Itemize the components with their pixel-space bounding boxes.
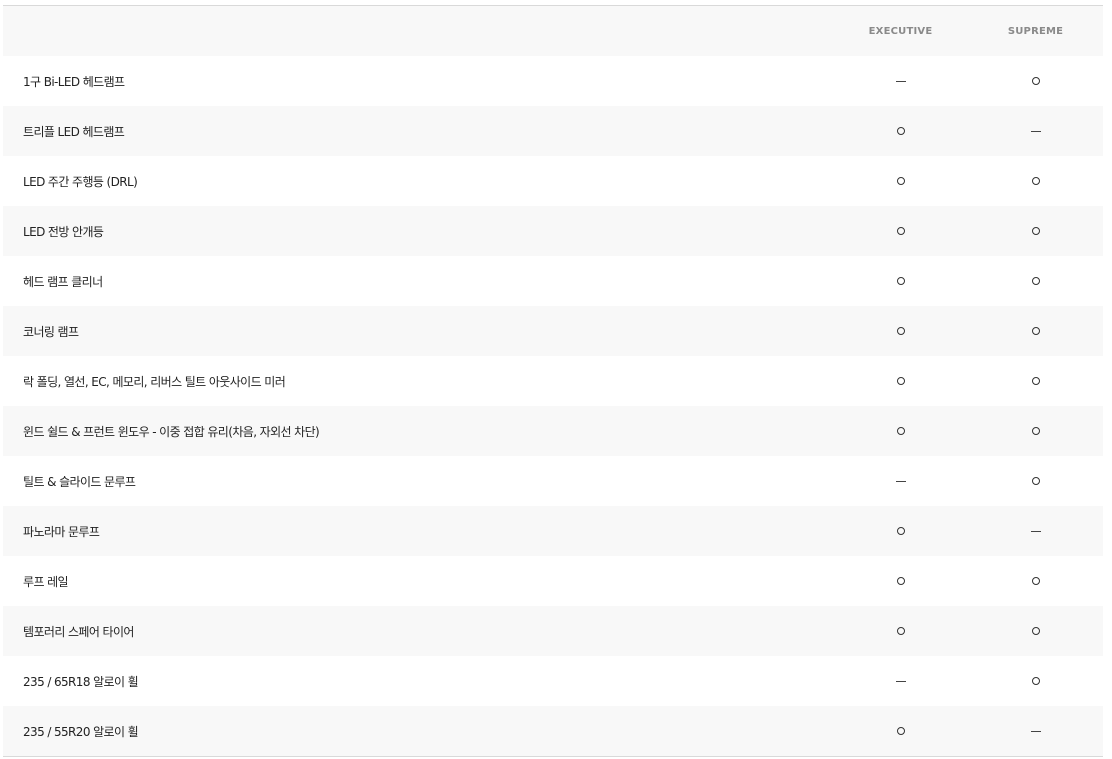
table-row: 틸트 & 슬라이드 문루프 — ○ (3, 456, 1103, 506)
feature-label: 235 / 65R18 알로이 휠 (23, 674, 139, 689)
table-row: 트리플 LED 헤드램프 ○ — (3, 106, 1103, 156)
feature-label: 템포러리 스페어 타이어 (23, 624, 134, 639)
available-circle-icon: ○ (896, 377, 905, 385)
available-circle-icon: ○ (896, 277, 905, 285)
availability-cell-supreme: ○ (968, 327, 1103, 335)
available-circle-icon: ○ (1031, 477, 1040, 485)
feature-label: 루프 레일 (23, 574, 69, 589)
available-circle-icon: ○ (896, 627, 905, 635)
column-header-supreme: SUPREME (968, 26, 1103, 37)
available-circle-icon: ○ (1031, 627, 1040, 635)
availability-cell-executive: — (833, 680, 968, 682)
table-row: 헤드 램프 클리너 ○ ○ (3, 256, 1103, 306)
feature-label: 헤드 램프 클리너 (23, 274, 103, 289)
availability-cell-supreme: — (968, 530, 1103, 532)
availability-cell-executive: ○ (833, 177, 968, 185)
availability-cell-executive: ○ (833, 427, 968, 435)
available-circle-icon: ○ (1031, 227, 1040, 235)
table-row: 235 / 65R18 알로이 휠 — ○ (3, 656, 1103, 706)
feature-label: 틸트 & 슬라이드 문루프 (23, 474, 136, 489)
table-row: 코너링 램프 ○ ○ (3, 306, 1103, 356)
availability-cell-supreme: ○ (968, 427, 1103, 435)
available-circle-icon: ○ (1031, 427, 1040, 435)
availability-cell-supreme: — (968, 730, 1103, 732)
feature-label: 트리플 LED 헤드램프 (23, 124, 125, 139)
table-header-row: EXECUTIVE SUPREME (3, 6, 1103, 56)
available-circle-icon: ○ (896, 577, 905, 585)
availability-cell-supreme: ○ (968, 677, 1103, 685)
not-available-dash-icon: — (895, 480, 906, 482)
available-circle-icon: ○ (1031, 377, 1040, 385)
not-available-dash-icon: — (1030, 530, 1041, 532)
available-circle-icon: ○ (1031, 577, 1040, 585)
availability-cell-executive: ○ (833, 527, 968, 535)
table-body: 1구 Bi-LED 헤드램프 — ○ 트리플 LED 헤드램프 ○ — LED 주간 주행등… (3, 56, 1103, 756)
availability-cell-executive: — (833, 480, 968, 482)
table-row: LED 주간 주행등 (DRL) ○ ○ (3, 156, 1103, 206)
availability-cell-executive: ○ (833, 327, 968, 335)
column-header-executive: EXECUTIVE (833, 26, 968, 37)
available-circle-icon: ○ (1031, 677, 1040, 685)
available-circle-icon: ○ (896, 327, 905, 335)
availability-cell-supreme: ○ (968, 377, 1103, 385)
availability-cell-supreme: ○ (968, 227, 1103, 235)
availability-cell-supreme: ○ (968, 627, 1103, 635)
availability-cell-supreme: ○ (968, 577, 1103, 585)
available-circle-icon: ○ (896, 427, 905, 435)
available-circle-icon: ○ (896, 727, 905, 735)
availability-cell-supreme: ○ (968, 477, 1103, 485)
available-circle-icon: ○ (1031, 277, 1040, 285)
table-row: 락 폴딩, 열선, EC, 메모리, 리버스 틸트 아웃사이드 미러 ○ ○ (3, 356, 1103, 406)
feature-label: 윈드 쉴드 & 프런트 윈도우 - 이중 접합 유리(차음, 자외선 차단) (23, 424, 320, 439)
feature-label: LED 전방 안개등 (23, 224, 104, 239)
availability-cell-executive: ○ (833, 127, 968, 135)
feature-label: LED 주간 주행등 (DRL) (23, 174, 138, 189)
availability-cell-executive: — (833, 80, 968, 82)
available-circle-icon: ○ (896, 227, 905, 235)
availability-cell-executive: ○ (833, 227, 968, 235)
table-row: 1구 Bi-LED 헤드램프 — ○ (3, 56, 1103, 106)
column-header-label: EXECUTIVE (868, 25, 933, 37)
feature-label: 파노라마 문루프 (23, 524, 100, 539)
not-available-dash-icon: — (895, 80, 906, 82)
availability-cell-executive: ○ (833, 727, 968, 735)
available-circle-icon: ○ (896, 127, 905, 135)
feature-label: 락 폴딩, 열선, EC, 메모리, 리버스 틸트 아웃사이드 미러 (23, 374, 286, 389)
table-row: 템포러리 스페어 타이어 ○ ○ (3, 606, 1103, 656)
availability-cell-supreme: ○ (968, 177, 1103, 185)
availability-cell-supreme: ○ (968, 277, 1103, 285)
table-row: 루프 레일 ○ ○ (3, 556, 1103, 606)
available-circle-icon: ○ (1031, 77, 1040, 85)
table-row: 235 / 55R20 알로이 휠 ○ — (3, 706, 1103, 756)
feature-label: 235 / 55R20 알로이 휠 (23, 724, 139, 739)
not-available-dash-icon: — (1030, 130, 1041, 132)
spec-comparison-table: EXECUTIVE SUPREME 1구 Bi-LED 헤드램프—○트리플 LE… (3, 5, 1103, 757)
available-circle-icon: ○ (1031, 327, 1040, 335)
table-row: 파노라마 문루프 ○ — (3, 506, 1103, 556)
not-available-dash-icon: — (895, 680, 906, 682)
availability-cell-supreme: — (968, 130, 1103, 132)
available-circle-icon: ○ (896, 177, 905, 185)
availability-cell-executive: ○ (833, 627, 968, 635)
available-circle-icon: ○ (1031, 177, 1040, 185)
available-circle-icon: ○ (896, 527, 905, 535)
availability-cell-executive: ○ (833, 377, 968, 385)
feature-label: 코너링 램프 (23, 324, 79, 339)
availability-cell-executive: ○ (833, 277, 968, 285)
feature-label: 1구 Bi-LED 헤드램프 (23, 74, 125, 89)
not-available-dash-icon: — (1030, 730, 1041, 732)
column-header-label: SUPREME (1007, 25, 1064, 37)
table-row: LED 전방 안개등 ○ ○ (3, 206, 1103, 256)
availability-cell-supreme: ○ (968, 77, 1103, 85)
availability-cell-executive: ○ (833, 577, 968, 585)
table-row: 윈드 쉴드 & 프런트 윈도우 - 이중 접합 유리(차음, 자외선 차단) ○ ○ (3, 406, 1103, 456)
